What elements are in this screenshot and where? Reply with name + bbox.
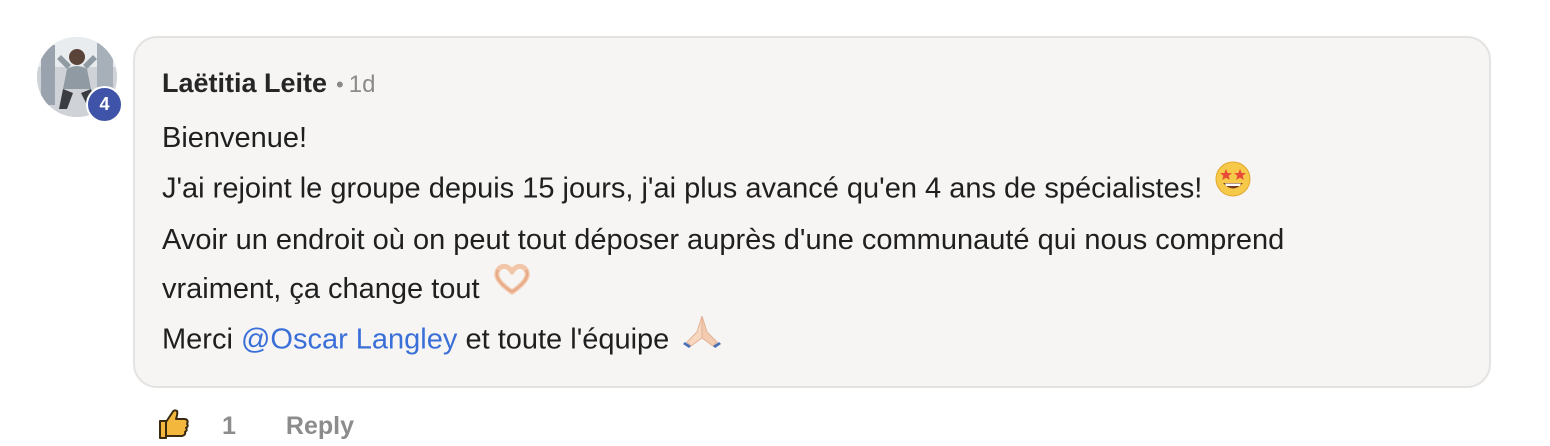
comment-body: Bienvenue! J'ai rejoint le groupe depuis… (162, 114, 1452, 366)
comment-text: Bienvenue! (162, 122, 308, 154)
comment-header: Laëtitia Leite • 1d (162, 68, 375, 99)
comment-timestamp[interactable]: 1d (349, 71, 376, 99)
comment-text: Avoir un endroit où on peut tout déposer… (162, 224, 1285, 256)
heart-hands-emoji (492, 262, 532, 312)
comment-line: Merci @Oscar Langley et toute l'équipe (162, 315, 1452, 367)
star-struck-emoji (1214, 160, 1252, 214)
folded-hands-emoji (681, 312, 723, 364)
comment-line: vraiment, ça change tout (162, 262, 1452, 315)
comment-line: Bienvenue! (162, 114, 1452, 163)
comment-text: vraiment, ça change tout (162, 272, 480, 305)
reply-button[interactable]: Reply (286, 412, 354, 441)
thumbs-up-icon (157, 407, 191, 446)
user-mention[interactable]: @Oscar Langley (241, 323, 457, 355)
like-button[interactable] (156, 408, 192, 444)
author-name[interactable]: Laëtitia Leite (162, 68, 327, 99)
comment-actions: 1 Reply (156, 406, 354, 446)
comment-bubble: Laëtitia Leite • 1d Bienvenue! J'ai rejo… (133, 36, 1491, 388)
like-count: 1 (222, 411, 236, 440)
level-badge: 4 (86, 86, 123, 123)
comment-text: et toute l'équipe (457, 323, 670, 355)
comment-line: Avoir un endroit où on peut tout déposer… (162, 216, 1452, 265)
comment-text: Merci (162, 323, 241, 355)
comment-line: J'ai rejoint le groupe depuis 15 jours, … (162, 160, 1452, 217)
separator-dot: • (336, 72, 344, 97)
comment-text: J'ai rejoint le groupe depuis 15 jours, … (162, 171, 1203, 204)
